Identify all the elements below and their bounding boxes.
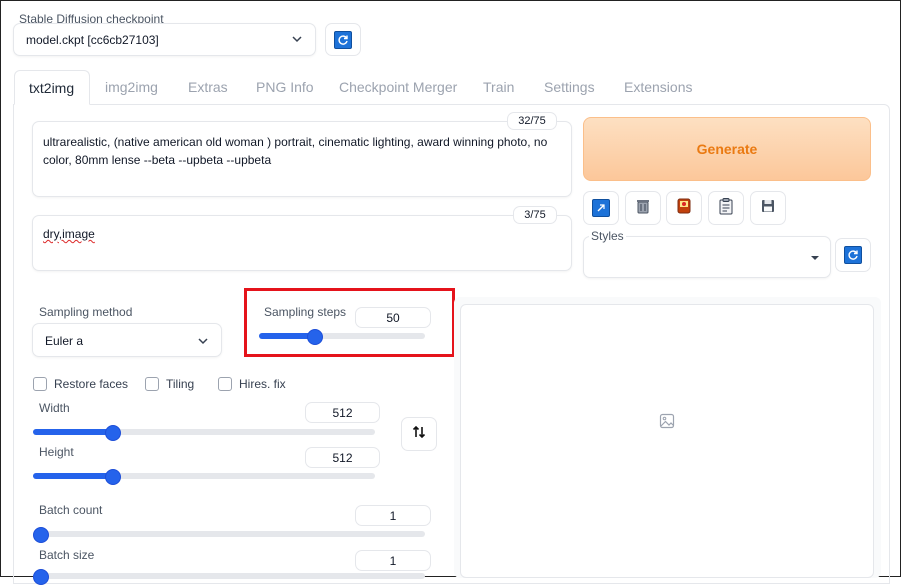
caret-down-icon	[810, 249, 820, 267]
negative-prompt-token-counter: 3/75	[513, 206, 557, 224]
width-slider[interactable]	[33, 425, 375, 441]
batch-count-slider[interactable]	[33, 527, 425, 543]
checkpoint-select[interactable]: model.ckpt [cc6cb27103]	[13, 23, 316, 56]
hires-fix-checkbox[interactable]	[218, 377, 232, 391]
tiling-checkbox[interactable]	[145, 377, 159, 391]
tab-settings[interactable]: Settings	[544, 79, 595, 95]
sampling-steps-slider[interactable]	[259, 329, 425, 345]
tab-txt2img[interactable]: txt2img	[14, 70, 90, 105]
slider-thumb[interactable]	[105, 469, 121, 485]
tab-extensions[interactable]: Extensions	[624, 79, 692, 95]
tab-bar: txt2img img2img Extras PNG Info Checkpoi…	[13, 70, 890, 105]
batch-count-label: Batch count	[39, 503, 103, 517]
tab-label: txt2img	[29, 80, 75, 96]
chevron-down-icon	[197, 334, 209, 352]
slider-fill	[33, 473, 112, 479]
slider-thumb[interactable]	[33, 527, 49, 543]
swap-dimensions-button[interactable]	[401, 417, 437, 451]
batch-size-label: Batch size	[39, 548, 95, 562]
generate-button[interactable]: Generate	[583, 117, 871, 181]
generate-label: Generate	[696, 141, 758, 157]
output-gallery[interactable]	[460, 304, 874, 578]
height-label: Height	[39, 445, 74, 459]
prompt-text: ultrarealistic, (native american old wom…	[43, 135, 548, 167]
batch-size-slider[interactable]	[33, 569, 425, 585]
swap-icon	[412, 425, 426, 444]
sampling-steps-input[interactable]: 50	[355, 307, 431, 328]
negative-prompt-textarea[interactable]: dry,image	[32, 215, 572, 271]
tiling-label: Tiling	[166, 377, 195, 391]
prompt-textarea[interactable]: ultrarealistic, (native american old wom…	[32, 121, 572, 197]
sampling-steps-label: Sampling steps	[264, 305, 347, 319]
save-style-button[interactable]	[750, 191, 786, 225]
height-input[interactable]: 512	[305, 447, 380, 468]
tab-extras[interactable]: Extras	[188, 79, 228, 95]
sampling-method-label: Sampling method	[39, 305, 133, 319]
refresh-checkpoint-button[interactable]	[325, 23, 361, 56]
checkpoint-value: model.ckpt [cc6cb27103]	[26, 33, 159, 47]
arrow-check-icon	[592, 199, 610, 217]
restore-faces-label: Restore faces	[54, 377, 129, 391]
sampling-method-select[interactable]: Euler a	[32, 323, 222, 357]
width-label: Width	[39, 401, 70, 415]
slider-thumb[interactable]	[105, 425, 121, 441]
refresh-icon	[844, 246, 862, 264]
image-icon	[659, 413, 675, 434]
paste-style-button[interactable]	[708, 191, 744, 225]
tab-checkpoint-merger[interactable]: Checkpoint Merger	[339, 79, 457, 95]
refresh-styles-button[interactable]	[835, 238, 871, 272]
width-input[interactable]: 512	[305, 402, 380, 423]
prompt-token-counter: 32/75	[507, 112, 557, 130]
height-slider[interactable]	[33, 469, 375, 485]
batch-size-input[interactable]: 1	[355, 550, 431, 571]
clipboard-icon	[717, 197, 735, 220]
hires-fix-label: Hires. fix	[239, 377, 286, 391]
floppy-disk-icon	[759, 197, 777, 220]
slider-fill	[33, 429, 112, 435]
refresh-icon	[334, 30, 352, 49]
chevron-down-icon	[291, 32, 303, 50]
slider-fill	[259, 333, 314, 339]
tab-img2img[interactable]: img2img	[105, 79, 158, 95]
negative-prompt-text: dry,image	[43, 227, 95, 241]
sampling-method-value: Euler a	[45, 334, 84, 348]
read-params-button[interactable]	[583, 191, 619, 225]
trash-icon	[634, 197, 652, 220]
restore-faces-checkbox[interactable]	[33, 377, 47, 391]
tab-train[interactable]: Train	[483, 79, 514, 95]
slider-thumb[interactable]	[307, 329, 323, 345]
show-extra-networks-button[interactable]	[666, 191, 702, 225]
tab-png-info[interactable]: PNG Info	[256, 79, 314, 95]
clear-prompt-button[interactable]	[625, 191, 661, 225]
slider-thumb[interactable]	[33, 569, 49, 585]
card-icon	[675, 197, 693, 220]
styles-label: Styles	[589, 229, 626, 243]
batch-count-input[interactable]: 1	[355, 505, 431, 526]
